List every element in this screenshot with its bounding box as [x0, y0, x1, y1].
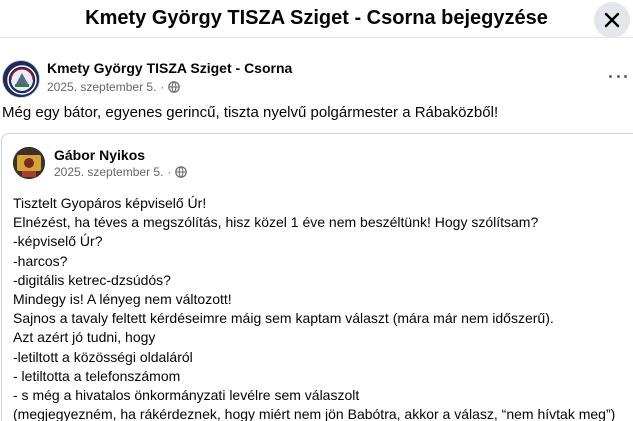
shared-text-line: -képviselő Úr? — [13, 233, 103, 250]
shared-author-name[interactable]: Gábor Nyikos — [54, 147, 145, 163]
more-dot — [609, 74, 612, 78]
more-dot — [624, 74, 627, 78]
close-icon — [604, 12, 620, 28]
shared-text-line: - s még a hivatalos önkormányzati levélr… — [13, 387, 360, 404]
shared-text-line: -digitális ketrec-dzsúdós? — [13, 271, 171, 288]
page-logo — [3, 61, 39, 97]
shared-text-line: - letiltotta a telefonszámom — [13, 367, 181, 384]
page-avatar[interactable] — [2, 60, 40, 98]
shared-text-line: Tisztelt Gyopáros képviselő Úr! — [13, 195, 207, 211]
post-date[interactable]: 2025. szeptember 5. — [47, 80, 156, 94]
avatar-image — [13, 147, 45, 179]
post-text: Még egy bátor, egyenes gerincű, tiszta n… — [2, 104, 499, 121]
globe-icon — [175, 166, 188, 178]
shared-text-line: Sajnos a tavaly feltett kérdéseimre máig… — [13, 310, 554, 327]
meta-separator: · — [160, 80, 165, 94]
post-author-name[interactable]: Kmety György TISZA Sziget - Csorna — [47, 60, 292, 76]
shared-text-line: Azt azért jó tudni, hogy — [13, 329, 156, 346]
close-button[interactable] — [594, 2, 630, 38]
meta-separator: · — [167, 165, 172, 179]
shared-post-body: Tisztelt Gyopáros képviselő Úr! Elnézést… — [13, 194, 633, 421]
shared-text-line: (megjegyezném, ha rákérdeznek, hogy miér… — [13, 406, 616, 421]
more-dot — [616, 74, 620, 78]
shared-text-line: Mindegy is! A lényeg nem változott! — [13, 291, 232, 308]
shared-text-line: -letiltott a közösségi oldaláról — [13, 348, 193, 365]
shared-text-line: -harcos? — [13, 252, 68, 269]
post-meta: 2025. szeptember 5. · — [47, 80, 181, 94]
dialog-title: Kmety György TISZA Sziget - Csorna bejeg… — [85, 7, 548, 29]
more-options-button[interactable] — [606, 68, 630, 84]
shared-author-avatar[interactable] — [13, 147, 45, 179]
shared-text-line: Elnézést, ha téves a megszólítás, hisz k… — [13, 214, 539, 231]
shared-meta: 2025. szeptember 5. · — [54, 165, 188, 179]
globe-icon — [168, 81, 181, 93]
shared-date[interactable]: 2025. szeptember 5. — [54, 165, 163, 179]
dialog-header: Kmety György TISZA Sziget - Csorna bejeg… — [0, 0, 633, 38]
